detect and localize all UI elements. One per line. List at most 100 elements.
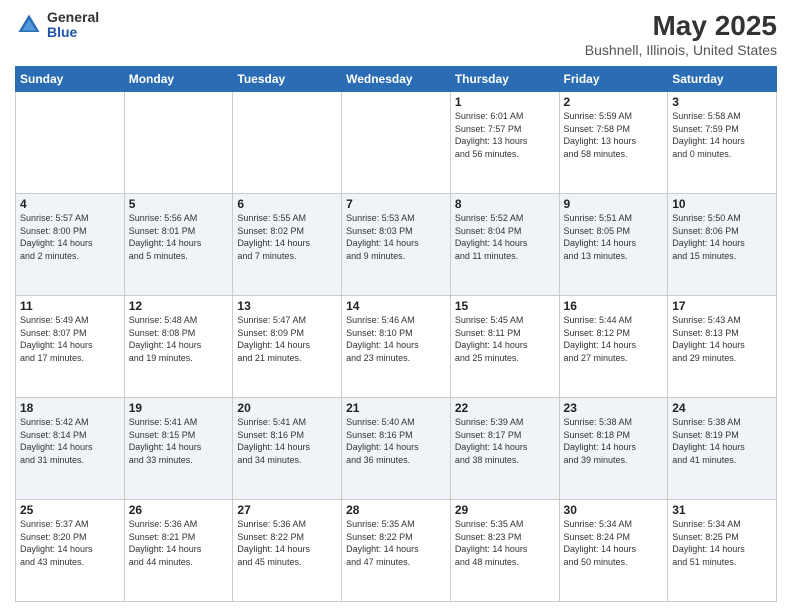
day-info: Sunrise: 5:44 AM Sunset: 8:12 PM Dayligh…	[564, 314, 664, 364]
day-number: 26	[129, 503, 229, 517]
day-number: 15	[455, 299, 555, 313]
logo-icon	[15, 11, 43, 39]
day-info: Sunrise: 5:34 AM Sunset: 8:24 PM Dayligh…	[564, 518, 664, 568]
calendar-cell: 16Sunrise: 5:44 AM Sunset: 8:12 PM Dayli…	[559, 296, 668, 398]
page: General Blue May 2025 Bushnell, Illinois…	[0, 0, 792, 612]
day-number: 30	[564, 503, 664, 517]
calendar-cell: 13Sunrise: 5:47 AM Sunset: 8:09 PM Dayli…	[233, 296, 342, 398]
day-number: 5	[129, 197, 229, 211]
subtitle: Bushnell, Illinois, United States	[585, 42, 777, 58]
day-number: 8	[455, 197, 555, 211]
day-info: Sunrise: 5:48 AM Sunset: 8:08 PM Dayligh…	[129, 314, 229, 364]
calendar-cell: 2Sunrise: 5:59 AM Sunset: 7:58 PM Daylig…	[559, 92, 668, 194]
day-info: Sunrise: 5:55 AM Sunset: 8:02 PM Dayligh…	[237, 212, 337, 262]
day-info: Sunrise: 5:37 AM Sunset: 8:20 PM Dayligh…	[20, 518, 120, 568]
col-thursday: Thursday	[450, 67, 559, 92]
calendar-cell: 27Sunrise: 5:36 AM Sunset: 8:22 PM Dayli…	[233, 500, 342, 602]
day-number: 12	[129, 299, 229, 313]
calendar-cell: 29Sunrise: 5:35 AM Sunset: 8:23 PM Dayli…	[450, 500, 559, 602]
calendar-table: Sunday Monday Tuesday Wednesday Thursday…	[15, 66, 777, 602]
calendar-cell: 26Sunrise: 5:36 AM Sunset: 8:21 PM Dayli…	[124, 500, 233, 602]
day-info: Sunrise: 5:36 AM Sunset: 8:21 PM Dayligh…	[129, 518, 229, 568]
header: General Blue May 2025 Bushnell, Illinois…	[15, 10, 777, 58]
day-number: 18	[20, 401, 120, 415]
day-info: Sunrise: 5:52 AM Sunset: 8:04 PM Dayligh…	[455, 212, 555, 262]
day-info: Sunrise: 5:35 AM Sunset: 8:22 PM Dayligh…	[346, 518, 446, 568]
calendar-cell: 12Sunrise: 5:48 AM Sunset: 8:08 PM Dayli…	[124, 296, 233, 398]
day-number: 27	[237, 503, 337, 517]
day-number: 21	[346, 401, 446, 415]
day-number: 14	[346, 299, 446, 313]
day-number: 3	[672, 95, 772, 109]
logo-text: General Blue	[47, 10, 99, 41]
calendar-cell: 10Sunrise: 5:50 AM Sunset: 8:06 PM Dayli…	[668, 194, 777, 296]
calendar-cell	[124, 92, 233, 194]
calendar-cell: 18Sunrise: 5:42 AM Sunset: 8:14 PM Dayli…	[16, 398, 125, 500]
col-wednesday: Wednesday	[342, 67, 451, 92]
calendar-cell: 28Sunrise: 5:35 AM Sunset: 8:22 PM Dayli…	[342, 500, 451, 602]
calendar-cell: 9Sunrise: 5:51 AM Sunset: 8:05 PM Daylig…	[559, 194, 668, 296]
calendar-cell: 20Sunrise: 5:41 AM Sunset: 8:16 PM Dayli…	[233, 398, 342, 500]
day-info: Sunrise: 5:50 AM Sunset: 8:06 PM Dayligh…	[672, 212, 772, 262]
day-info: Sunrise: 5:39 AM Sunset: 8:17 PM Dayligh…	[455, 416, 555, 466]
day-info: Sunrise: 5:47 AM Sunset: 8:09 PM Dayligh…	[237, 314, 337, 364]
calendar-cell: 22Sunrise: 5:39 AM Sunset: 8:17 PM Dayli…	[450, 398, 559, 500]
calendar-cell: 14Sunrise: 5:46 AM Sunset: 8:10 PM Dayli…	[342, 296, 451, 398]
day-info: Sunrise: 5:36 AM Sunset: 8:22 PM Dayligh…	[237, 518, 337, 568]
day-info: Sunrise: 5:35 AM Sunset: 8:23 PM Dayligh…	[455, 518, 555, 568]
day-info: Sunrise: 5:53 AM Sunset: 8:03 PM Dayligh…	[346, 212, 446, 262]
day-number: 11	[20, 299, 120, 313]
day-number: 20	[237, 401, 337, 415]
day-number: 16	[564, 299, 664, 313]
day-info: Sunrise: 5:41 AM Sunset: 8:15 PM Dayligh…	[129, 416, 229, 466]
day-info: Sunrise: 5:42 AM Sunset: 8:14 PM Dayligh…	[20, 416, 120, 466]
day-info: Sunrise: 5:49 AM Sunset: 8:07 PM Dayligh…	[20, 314, 120, 364]
day-number: 7	[346, 197, 446, 211]
calendar-cell: 4Sunrise: 5:57 AM Sunset: 8:00 PM Daylig…	[16, 194, 125, 296]
calendar-cell: 21Sunrise: 5:40 AM Sunset: 8:16 PM Dayli…	[342, 398, 451, 500]
calendar-cell	[342, 92, 451, 194]
calendar-cell: 25Sunrise: 5:37 AM Sunset: 8:20 PM Dayli…	[16, 500, 125, 602]
day-info: Sunrise: 5:59 AM Sunset: 7:58 PM Dayligh…	[564, 110, 664, 160]
day-number: 28	[346, 503, 446, 517]
calendar-cell: 30Sunrise: 5:34 AM Sunset: 8:24 PM Dayli…	[559, 500, 668, 602]
calendar-cell	[16, 92, 125, 194]
calendar-cell: 6Sunrise: 5:55 AM Sunset: 8:02 PM Daylig…	[233, 194, 342, 296]
day-number: 10	[672, 197, 772, 211]
day-info: Sunrise: 6:01 AM Sunset: 7:57 PM Dayligh…	[455, 110, 555, 160]
calendar-cell: 23Sunrise: 5:38 AM Sunset: 8:18 PM Dayli…	[559, 398, 668, 500]
day-info: Sunrise: 5:34 AM Sunset: 8:25 PM Dayligh…	[672, 518, 772, 568]
day-number: 25	[20, 503, 120, 517]
day-info: Sunrise: 5:38 AM Sunset: 8:19 PM Dayligh…	[672, 416, 772, 466]
day-number: 13	[237, 299, 337, 313]
week-row-5: 25Sunrise: 5:37 AM Sunset: 8:20 PM Dayli…	[16, 500, 777, 602]
day-number: 2	[564, 95, 664, 109]
day-info: Sunrise: 5:58 AM Sunset: 7:59 PM Dayligh…	[672, 110, 772, 160]
col-sunday: Sunday	[16, 67, 125, 92]
title-block: May 2025 Bushnell, Illinois, United Stat…	[585, 10, 777, 58]
calendar-cell: 15Sunrise: 5:45 AM Sunset: 8:11 PM Dayli…	[450, 296, 559, 398]
week-row-4: 18Sunrise: 5:42 AM Sunset: 8:14 PM Dayli…	[16, 398, 777, 500]
col-saturday: Saturday	[668, 67, 777, 92]
col-tuesday: Tuesday	[233, 67, 342, 92]
day-info: Sunrise: 5:51 AM Sunset: 8:05 PM Dayligh…	[564, 212, 664, 262]
day-number: 29	[455, 503, 555, 517]
logo-general: General	[47, 10, 99, 25]
day-number: 22	[455, 401, 555, 415]
col-monday: Monday	[124, 67, 233, 92]
day-number: 6	[237, 197, 337, 211]
calendar-cell: 17Sunrise: 5:43 AM Sunset: 8:13 PM Dayli…	[668, 296, 777, 398]
day-number: 9	[564, 197, 664, 211]
day-info: Sunrise: 5:45 AM Sunset: 8:11 PM Dayligh…	[455, 314, 555, 364]
day-info: Sunrise: 5:41 AM Sunset: 8:16 PM Dayligh…	[237, 416, 337, 466]
calendar-cell: 3Sunrise: 5:58 AM Sunset: 7:59 PM Daylig…	[668, 92, 777, 194]
calendar-cell: 7Sunrise: 5:53 AM Sunset: 8:03 PM Daylig…	[342, 194, 451, 296]
calendar-cell: 8Sunrise: 5:52 AM Sunset: 8:04 PM Daylig…	[450, 194, 559, 296]
calendar-cell: 19Sunrise: 5:41 AM Sunset: 8:15 PM Dayli…	[124, 398, 233, 500]
week-row-2: 4Sunrise: 5:57 AM Sunset: 8:00 PM Daylig…	[16, 194, 777, 296]
col-friday: Friday	[559, 67, 668, 92]
day-info: Sunrise: 5:43 AM Sunset: 8:13 PM Dayligh…	[672, 314, 772, 364]
calendar-cell: 31Sunrise: 5:34 AM Sunset: 8:25 PM Dayli…	[668, 500, 777, 602]
week-row-1: 1Sunrise: 6:01 AM Sunset: 7:57 PM Daylig…	[16, 92, 777, 194]
logo: General Blue	[15, 10, 99, 41]
